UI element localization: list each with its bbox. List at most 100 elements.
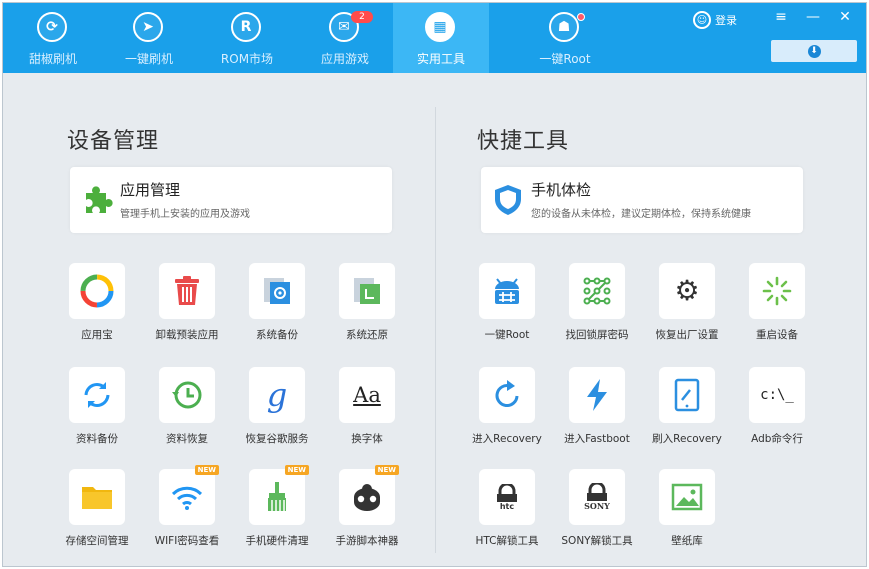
htc-lock-icon	[497, 483, 517, 502]
tool-label: 恢复出厂设置	[655, 329, 719, 341]
nav-label: 一键Root	[539, 52, 591, 66]
tool-tile	[339, 263, 395, 319]
tool-system-backup[interactable]: 系统备份	[232, 263, 322, 342]
terminal-icon: c:\_	[760, 387, 794, 403]
root-icon	[495, 278, 519, 304]
menu-icon[interactable]: ≡	[773, 9, 789, 25]
tool-tile	[659, 469, 715, 525]
tool-tile: NEW	[249, 465, 309, 525]
tool-one-click-root[interactable]: 一键Root	[462, 263, 552, 342]
tool-tile: NEW	[159, 465, 219, 525]
tool-label: 手机硬件清理	[245, 535, 309, 547]
minimize-icon[interactable]: —	[805, 9, 821, 25]
tool-yingyongbao[interactable]: 应用宝	[52, 263, 142, 342]
nav-item-utilities[interactable]: ▦ 实用工具	[393, 3, 489, 73]
top-nav-bar: ⟳ 甜椒刷机 ➤ 一键刷机 R ROM市场 ✉ 2 应用游戏 ▦ 实用工具 ☗ …	[3, 3, 866, 73]
tool-tile: Aa	[339, 367, 395, 423]
tool-label: 壁纸库	[671, 535, 703, 547]
tool-label: WIFI密码查看	[154, 535, 220, 547]
shield-icon	[495, 185, 521, 215]
tool-label: HTC解锁工具	[475, 535, 539, 547]
user-icon: ☺	[693, 11, 711, 29]
new-badge: NEW	[284, 465, 309, 475]
android-icon: ☗	[549, 12, 579, 42]
tool-label: 找回锁屏密码	[565, 329, 629, 341]
tool-flash-recovery[interactable]: 刷入Recovery	[642, 367, 732, 446]
login-button[interactable]: ☺ 登录	[693, 11, 737, 29]
app-management-card[interactable]: 应用管理 管理手机上安装的应用及游戏	[70, 167, 392, 233]
tablet-icon	[674, 378, 700, 412]
nav-item-apps-games[interactable]: ✉ 2 应用游戏	[297, 3, 393, 73]
history-icon	[172, 381, 202, 409]
tool-label: 手游脚本神器	[335, 535, 399, 547]
tool-tile: SONY	[569, 469, 625, 525]
notification-badge: 2	[351, 11, 373, 23]
tool-label: 恢复谷歌服务	[245, 433, 309, 445]
tool-wifi-password[interactable]: NEW WIFI密码查看	[142, 465, 232, 548]
tool-label: Adb命令行	[751, 433, 803, 445]
column-divider	[435, 107, 436, 553]
tool-tile: NEW	[339, 465, 399, 525]
tool-sony-unlock[interactable]: SONY SONY解锁工具	[552, 469, 642, 548]
download-button[interactable]: ⬇	[771, 40, 857, 62]
tool-system-restore[interactable]: 系统还原	[322, 263, 412, 342]
nav-label: ROM市场	[220, 52, 274, 66]
pepper-icon: ⟳	[37, 12, 67, 42]
image-icon	[671, 483, 703, 511]
tool-label: 一键Root	[484, 329, 530, 341]
sony-lock-icon	[587, 483, 607, 501]
close-icon[interactable]: ✕	[837, 9, 853, 25]
tool-uninstall-preinstalled[interactable]: 卸载预装应用	[142, 263, 232, 342]
pattern-lock-icon	[583, 277, 611, 305]
tool-hardware-cleanup[interactable]: NEW 手机硬件清理	[232, 465, 322, 548]
tool-tile: c:\_	[749, 367, 805, 423]
tool-label: 进入Recovery	[472, 433, 542, 445]
tool-htc-unlock[interactable]: htc HTC解锁工具	[462, 469, 552, 548]
tool-wallpaper-library[interactable]: 壁纸库	[642, 469, 732, 548]
tool-adb-command-line[interactable]: c:\_ Adb命令行	[732, 367, 822, 446]
tool-tile	[569, 263, 625, 319]
tool-enter-recovery[interactable]: 进入Recovery	[462, 367, 552, 446]
tool-tile	[479, 367, 535, 423]
tool-label: 系统还原	[346, 329, 388, 341]
nav-label: 一键刷机	[124, 52, 173, 66]
nav-item-one-click-root[interactable]: ☗ 一键Root	[517, 3, 613, 73]
tool-label: 资料恢复	[166, 433, 208, 445]
tool-label: 进入Fastboot	[564, 433, 630, 445]
tool-enter-fastboot[interactable]: 进入Fastboot	[552, 367, 642, 446]
tool-tile	[659, 367, 715, 423]
card-title: 应用管理	[120, 181, 181, 199]
nav-item-one-click-flash[interactable]: ➤ 一键刷机	[101, 3, 197, 73]
cursor-icon: ➤	[133, 12, 163, 42]
tool-data-restore[interactable]: 资料恢复	[142, 367, 232, 446]
nav-item-rom-market[interactable]: R ROM市场	[199, 3, 295, 73]
tool-label: 刷入Recovery	[652, 433, 722, 445]
rom-icon: R	[231, 12, 261, 42]
tool-factory-reset[interactable]: ⚙ 恢复出厂设置	[642, 263, 732, 342]
tool-recover-lockscreen[interactable]: 找回锁屏密码	[552, 263, 642, 342]
tool-change-font[interactable]: Aa 换字体	[322, 367, 412, 446]
tool-reboot-device[interactable]: 重启设备	[732, 263, 822, 342]
tool-data-backup[interactable]: 资料备份	[52, 367, 142, 446]
tool-storage-management[interactable]: 存储空间管理	[52, 469, 142, 548]
sync-icon	[84, 382, 110, 408]
font-icon: Aa	[353, 383, 381, 407]
new-badge: NEW	[374, 465, 399, 475]
nav-label: 应用游戏	[320, 52, 369, 66]
nav-label: 实用工具	[416, 52, 465, 66]
tool-label: 卸载预装应用	[155, 329, 219, 341]
tool-label: 应用宝	[81, 329, 113, 341]
notification-dot	[577, 13, 585, 21]
phone-checkup-card[interactable]: 手机体检 您的设备从未体检，建议定期体检，保持系统健康	[481, 167, 803, 233]
nav-item-pepper-flash[interactable]: ⟳ 甜椒刷机	[5, 3, 101, 73]
google-icon: g	[266, 376, 288, 414]
tool-game-script[interactable]: NEW 手游脚本神器	[322, 465, 412, 548]
tool-tile	[69, 263, 125, 319]
card-subtitle: 管理手机上安装的应用及游戏	[120, 209, 250, 220]
tool-tile	[159, 367, 215, 423]
tool-tile	[749, 263, 805, 319]
app-window: ⟳ 甜椒刷机 ➤ 一键刷机 R ROM市场 ✉ 2 应用游戏 ▦ 实用工具 ☗ …	[2, 2, 867, 567]
tool-restore-google-services[interactable]: g 恢复谷歌服务	[232, 367, 322, 446]
tool-tile	[249, 263, 305, 319]
grid-icon: ▦	[425, 12, 455, 42]
